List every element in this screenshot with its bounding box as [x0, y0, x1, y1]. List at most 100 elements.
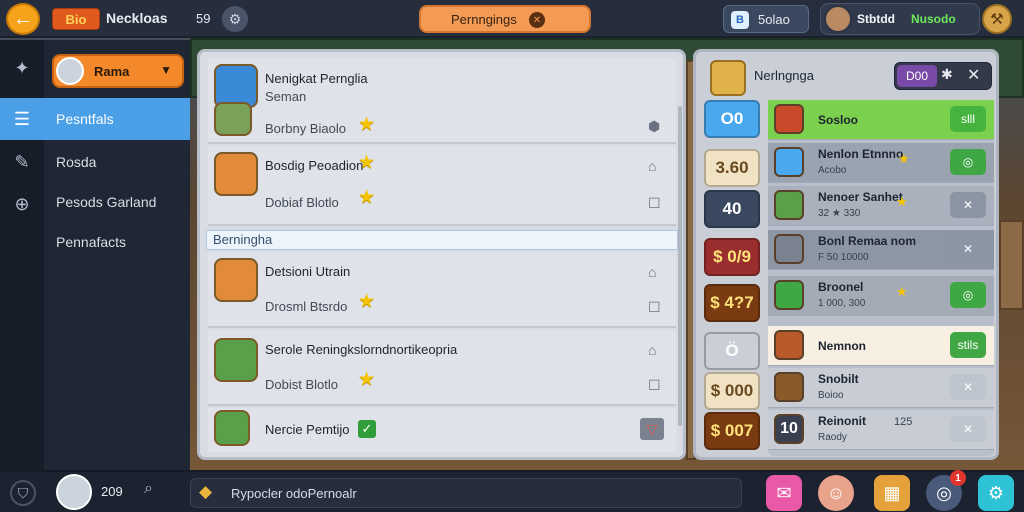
quest-list-panel: ⬆ 290 Nenigkat Pernglia Seman Borbny Bia…	[197, 49, 686, 460]
row-title: Nercie Pemtijo	[265, 422, 350, 437]
lock-icon[interactable]: ⌂	[648, 342, 656, 358]
currency-counter[interactable]: B 5olao	[723, 5, 809, 33]
list-item-name: Sosloo	[818, 113, 859, 127]
settings-icon[interactable]: ✱	[941, 66, 953, 83]
list-item[interactable]: Nenlon Etnnno Acobo ★ ◎	[768, 143, 994, 183]
player-card[interactable]: Stbtdd Nusodo	[820, 3, 980, 35]
star-icon: ★	[358, 369, 376, 390]
profile-label: Rama	[94, 64, 130, 79]
profile-avatar	[56, 57, 84, 85]
shop-button[interactable]: ⚒	[982, 4, 1012, 34]
list-item-action-button[interactable]: ◎	[950, 282, 986, 308]
row-title: Serole Reningkslorndnortikeopria	[265, 342, 458, 357]
hammer-icon: ⚒	[990, 11, 1004, 28]
list-item-score: 125	[894, 416, 913, 428]
panel-title: Nerlngnga	[754, 68, 814, 83]
panel-controls[interactable]: D00 ✱ ✕	[894, 62, 992, 90]
stat-tile[interactable]: $ 0/9	[704, 238, 760, 276]
list-item[interactable]: Serole Reningkslorndnortikeopria Dobist …	[208, 330, 676, 406]
checkbox-icon[interactable]: ☐	[648, 377, 661, 394]
player-level: 209	[101, 484, 123, 499]
character-portrait: 10	[774, 414, 804, 444]
stat-tile[interactable]: $ 4?7	[704, 284, 760, 322]
center-tab-pill[interactable]: Pernngings ✕	[419, 5, 591, 33]
list-item[interactable]: Bonl Remaa nom F 50 10000 ✕	[768, 230, 994, 270]
character-portrait-small	[214, 102, 252, 136]
settings-button[interactable]: ⚙	[222, 6, 248, 32]
row-title: Detsioni Utrain	[265, 264, 351, 279]
search-icon[interactable]: ⌕	[144, 480, 153, 498]
checkmark-icon[interactable]: ✓	[358, 420, 376, 438]
sidebar-item-pennafacts[interactable]: Pennafacts	[44, 221, 190, 263]
gift-icon: ✉	[776, 482, 792, 503]
list-item[interactable]: 10 Reinonit Raody 125 ✕	[768, 410, 994, 450]
stat-tile[interactable]: Ö	[704, 332, 760, 370]
back-button[interactable]: ←	[6, 3, 40, 35]
profile-dropdown[interactable]: Rama ▼	[52, 54, 184, 88]
chest-button[interactable]: ▦	[874, 475, 910, 511]
list-item-action-button[interactable]: stils	[950, 332, 986, 358]
stat-tile[interactable]: O0	[704, 100, 760, 138]
chest-icon: ▦	[883, 482, 901, 503]
sidebar-item-pesods-garland[interactable]: Pesods Garland	[44, 181, 190, 223]
panel-pill-value: D00	[897, 65, 937, 87]
character-portrait	[774, 234, 804, 264]
stat-tile[interactable]: 40	[704, 190, 760, 228]
tool-icon[interactable]: ✎	[8, 148, 36, 176]
settings-button[interactable]: ⚙	[978, 475, 1014, 511]
mail-icon: ◎	[936, 482, 952, 503]
bottom-bar: ⛉ 209 ⌕ ◆ Rypocler odoPernoalr ✉ ☺ ▦ ◎ 1…	[0, 470, 1024, 512]
row-title: Bosdig Peoadion	[265, 158, 364, 173]
list-item-action-button[interactable]: ✕	[950, 236, 986, 262]
star-icon: ★	[358, 291, 376, 312]
list-item[interactable]: Nemnon stils	[768, 326, 994, 366]
list-item-action-button[interactable]: slll	[950, 106, 986, 132]
list-item[interactable]: Nercie Pemtijo ✓ ▽	[208, 408, 676, 452]
chat-input[interactable]: ◆ Rypocler odoPernoalr	[190, 478, 742, 508]
checkbox-icon[interactable]: ☐	[648, 299, 661, 316]
delete-icon[interactable]: ▽	[640, 418, 664, 440]
list-item[interactable]: Nenoer Sanhet 32 ★ 330 ★ ✕	[768, 186, 994, 226]
leaderboard-panel: Nerlngnga D00 ✱ ✕ O0 3.60 40 $ 0/9 $ 4?7 Ö $ 0…	[693, 49, 999, 460]
gift-button[interactable]: ✉	[766, 475, 802, 511]
list-item[interactable]: Bosdig Peoadion ★ Dobiaf Blotlo ★ ⌂ ☐	[208, 146, 676, 226]
character-portrait	[774, 330, 804, 360]
close-icon[interactable]: ✕	[529, 12, 545, 28]
list-icon[interactable]: ☰	[0, 98, 44, 140]
checkbox-icon[interactable]: ☐	[648, 195, 661, 212]
close-icon[interactable]: ✕	[967, 65, 980, 85]
row-detail: Dobiaf Blotlo	[265, 195, 339, 210]
lock-icon[interactable]: ⌂	[648, 158, 656, 174]
list-item[interactable]: Nenigkat Pernglia Seman Borbny Biaolo ★ …	[208, 58, 676, 144]
crown-icon	[710, 60, 746, 96]
currency-value: 5olao	[758, 11, 790, 27]
player-avatar[interactable]	[56, 474, 92, 510]
stat-tile[interactable]: $ 007	[704, 412, 760, 450]
scrollbar[interactable]	[678, 106, 682, 426]
list-item[interactable]: Broonel 1 000, 300 ★ ◎	[768, 276, 994, 316]
list-item-subtitle: 32 ★ 330	[818, 208, 861, 219]
sidebar: ✦ ☰ ✎ ⊕ Rama ▼ Pesntfals Rosda Pesods Ga…	[0, 40, 190, 470]
shield-icon[interactable]: ⛉	[10, 480, 36, 506]
sidebar-item-rosda[interactable]: Rosda	[44, 141, 190, 183]
star-icon: ★	[358, 152, 376, 173]
lock-icon[interactable]: ⌂	[648, 264, 656, 280]
list-item-action-button[interactable]: ◎	[950, 149, 986, 175]
list-item-action-button[interactable]: ✕	[950, 416, 986, 442]
row-detail: Dobist Blotlo	[265, 377, 338, 392]
shield-icon[interactable]: ⬢	[648, 118, 660, 135]
list-item[interactable]: Detsioni Utrain Drosml Btsrdo ★ ⌂ ☐	[208, 252, 676, 328]
puzzle-icon[interactable]: ✦	[8, 54, 36, 82]
character-icon: ☺	[826, 482, 846, 503]
list-item[interactable]: Snobilt Boioo ✕	[768, 368, 994, 408]
stat-tile[interactable]: $ 000	[704, 372, 760, 410]
character-portrait	[214, 152, 258, 196]
list-item-action-button[interactable]: ✕	[950, 374, 986, 400]
crest-icon[interactable]: ⊕	[8, 190, 36, 218]
sidebar-item-pesntfals[interactable]: Pesntfals	[44, 98, 190, 140]
friend-avatar-button[interactable]: ☺	[818, 475, 854, 511]
star-icon: ★	[896, 194, 908, 209]
list-item-action-button[interactable]: ✕	[950, 192, 986, 218]
stat-tile[interactable]: 3.60	[704, 149, 760, 187]
list-item[interactable]: Sosloo slll	[768, 100, 994, 140]
